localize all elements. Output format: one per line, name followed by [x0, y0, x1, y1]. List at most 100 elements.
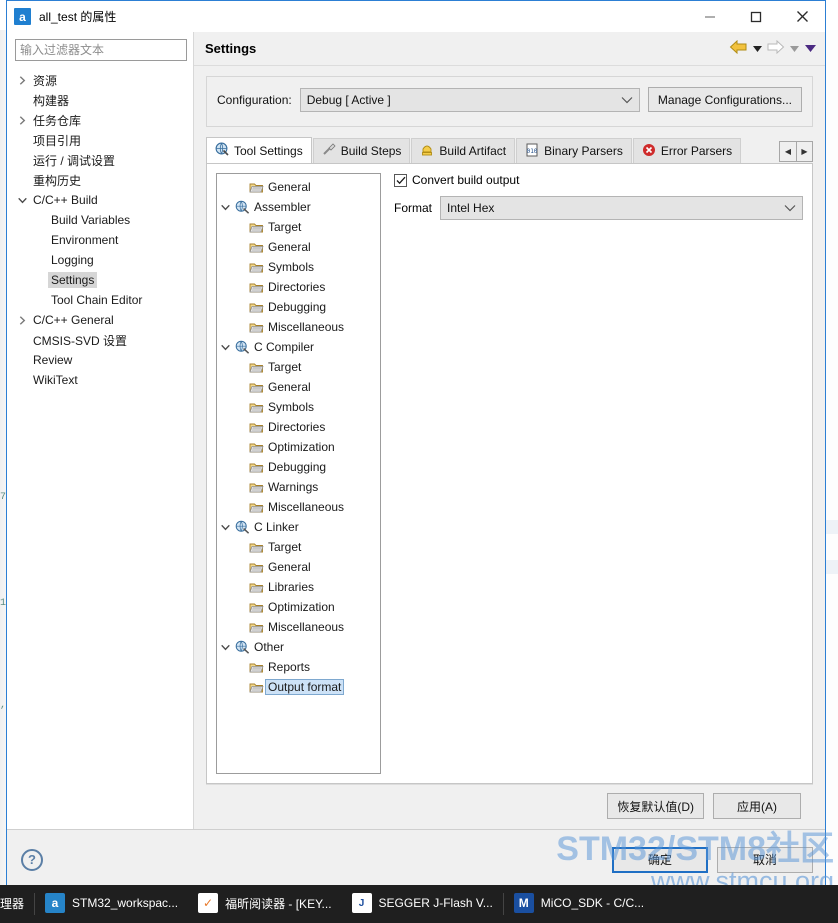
chevron-down-icon[interactable]: [217, 344, 233, 351]
tool-tree-item-label: Assembler: [254, 200, 311, 214]
chevron-down-icon[interactable]: [15, 197, 30, 204]
scroll-left-icon[interactable]: ◀: [780, 142, 796, 161]
taskbar-item[interactable]: M MiCO_SDK - C/C...: [504, 885, 654, 923]
tool-tree-item[interactable]: Libraries: [217, 577, 380, 597]
tool-tree-item[interactable]: Target: [217, 217, 380, 237]
sidebar-item[interactable]: 重构历史: [7, 170, 193, 190]
tool-options-tree[interactable]: General Assembler Target General Symbols Dire…: [216, 173, 381, 774]
forward-history-chevron-down-icon[interactable]: [787, 45, 801, 52]
sidebar-item[interactable]: C/C++ Build: [7, 190, 193, 210]
restore-defaults-button[interactable]: 恢复默认值(D): [607, 793, 704, 819]
sidebar-item[interactable]: 构建器: [7, 90, 193, 110]
manage-configurations-button[interactable]: Manage Configurations...: [647, 87, 802, 112]
tool-tree-item[interactable]: Other: [217, 637, 380, 657]
taskbar-item[interactable]: a STM32_workspac...: [35, 885, 188, 923]
tool-tree-item[interactable]: Miscellaneous: [217, 497, 380, 517]
sidebar-item[interactable]: 运行 / 调试设置: [7, 150, 193, 170]
sidebar-item[interactable]: Build Variables: [7, 210, 193, 230]
chevron-right-icon[interactable]: [15, 315, 30, 325]
folder-icon: [247, 261, 265, 274]
tool-tree-item[interactable]: Target: [217, 537, 380, 557]
back-arrow-icon[interactable]: [729, 39, 748, 57]
taskbar-item[interactable]: J SEGGER J-Flash V...: [342, 885, 503, 923]
tool-tree-item[interactable]: Miscellaneous: [217, 317, 380, 337]
tab-error-parsers[interactable]: Error Parsers: [632, 138, 742, 163]
page-menu-chevron-down-icon[interactable]: [803, 45, 817, 52]
sidebar-item[interactable]: Logging: [7, 250, 193, 270]
tool-tree-item[interactable]: Optimization: [217, 597, 380, 617]
tool-tree-item[interactable]: Debugging: [217, 297, 380, 317]
sidebar-item[interactable]: C/C++ General: [7, 310, 193, 330]
taskbar-item[interactable]: 理器: [0, 885, 34, 923]
sidebar-item[interactable]: 资源: [7, 70, 193, 90]
tool-tree-item[interactable]: General: [217, 237, 380, 257]
sidebar-item[interactable]: CMSIS-SVD 设置: [7, 330, 193, 350]
tool-tree-item-label: General: [268, 240, 311, 254]
sidebar-item-label: 构建器: [33, 93, 70, 108]
tool-tree-item-label: Reports: [268, 660, 311, 674]
tool-tree-item[interactable]: Warnings: [217, 477, 380, 497]
chevron-right-icon[interactable]: [15, 115, 30, 125]
settings-tree[interactable]: 资源构建器任务仓库 项目引用 运行 / 调试设置 重构历史 C/C++ Build Bui…: [7, 67, 193, 829]
tool-tree-item[interactable]: C Linker: [217, 517, 380, 537]
tab-build-steps[interactable]: Build Steps: [312, 138, 411, 163]
tab-binary-parsers[interactable]: 010 Binary Parsers: [516, 138, 632, 163]
tool-tree-item[interactable]: General: [217, 177, 380, 197]
sidebar-item[interactable]: 项目引用: [7, 130, 193, 150]
format-row: Format Intel Hex: [394, 196, 803, 220]
sidebar-item[interactable]: Settings: [7, 270, 193, 290]
folder-icon: [247, 181, 265, 194]
sidebar-item[interactable]: WikiText: [7, 370, 193, 390]
chevron-down-icon[interactable]: [217, 644, 233, 651]
tool-tree-item[interactable]: Debugging: [217, 457, 380, 477]
tool-tree-item[interactable]: Optimization: [217, 437, 380, 457]
sidebar-item-label: Tool Chain Editor: [51, 293, 143, 307]
taskbar-item[interactable]: ✓ 福昕阅读器 - [KEY...: [188, 885, 341, 923]
minimize-button[interactable]: [687, 1, 733, 32]
back-history-chevron-down-icon[interactable]: [750, 45, 764, 52]
cancel-button[interactable]: 取消: [717, 846, 813, 873]
convert-build-output-row[interactable]: Convert build output: [394, 173, 803, 187]
tool-tree-item[interactable]: Output format: [217, 677, 380, 697]
apply-button[interactable]: 应用(A): [713, 793, 801, 819]
tab-label: Error Parsers: [660, 144, 733, 158]
maximize-button[interactable]: [733, 1, 779, 32]
tool-tree-item[interactable]: Miscellaneous: [217, 617, 380, 637]
tab-build-artifact[interactable]: Build Artifact: [411, 138, 516, 163]
tool-tree-item[interactable]: Reports: [217, 657, 380, 677]
folder-icon: [247, 281, 265, 294]
taskbar-item-label: 理器: [0, 896, 25, 911]
close-button[interactable]: [779, 1, 825, 32]
tool-tree-item[interactable]: Directories: [217, 417, 380, 437]
tool-tree-item[interactable]: Symbols: [217, 397, 380, 417]
sidebar-item[interactable]: Review: [7, 350, 193, 370]
sidebar-item[interactable]: 任务仓库: [7, 110, 193, 130]
binary-icon: 010: [525, 143, 539, 160]
format-label: Format: [394, 201, 433, 215]
scroll-right-icon[interactable]: ▶: [796, 142, 812, 161]
forward-arrow-icon[interactable]: [766, 39, 785, 57]
tool-tree-item[interactable]: Directories: [217, 277, 380, 297]
configuration-dropdown[interactable]: Debug [ Active ]: [299, 87, 640, 112]
tool-tree-item[interactable]: General: [217, 377, 380, 397]
help-icon[interactable]: ?: [21, 848, 43, 871]
tab-tool-settings[interactable]: Tool Settings: [206, 137, 312, 163]
ok-button[interactable]: 确定: [612, 846, 708, 873]
tool-tree-item[interactable]: Symbols: [217, 257, 380, 277]
sidebar-item-label: Build Variables: [51, 213, 131, 227]
tool-tree-item[interactable]: C Compiler: [217, 337, 380, 357]
sidebar-item[interactable]: Tool Chain Editor: [7, 290, 193, 310]
convert-build-output-checkbox[interactable]: [394, 173, 407, 187]
sidebar-item[interactable]: Environment: [7, 230, 193, 250]
tool-tree-item[interactable]: Assembler: [217, 197, 380, 217]
format-dropdown[interactable]: Intel Hex: [440, 196, 803, 220]
chevron-down-icon[interactable]: [217, 524, 233, 531]
chevron-down-icon[interactable]: [217, 204, 233, 211]
foxit-icon: ✓: [198, 893, 219, 913]
tool-tree-item-label: Optimization: [268, 440, 335, 454]
chevron-right-icon[interactable]: [15, 75, 30, 85]
filter-input[interactable]: [15, 39, 187, 61]
folder-icon: [247, 581, 265, 594]
tool-tree-item[interactable]: Target: [217, 357, 380, 377]
tool-tree-item[interactable]: General: [217, 557, 380, 577]
